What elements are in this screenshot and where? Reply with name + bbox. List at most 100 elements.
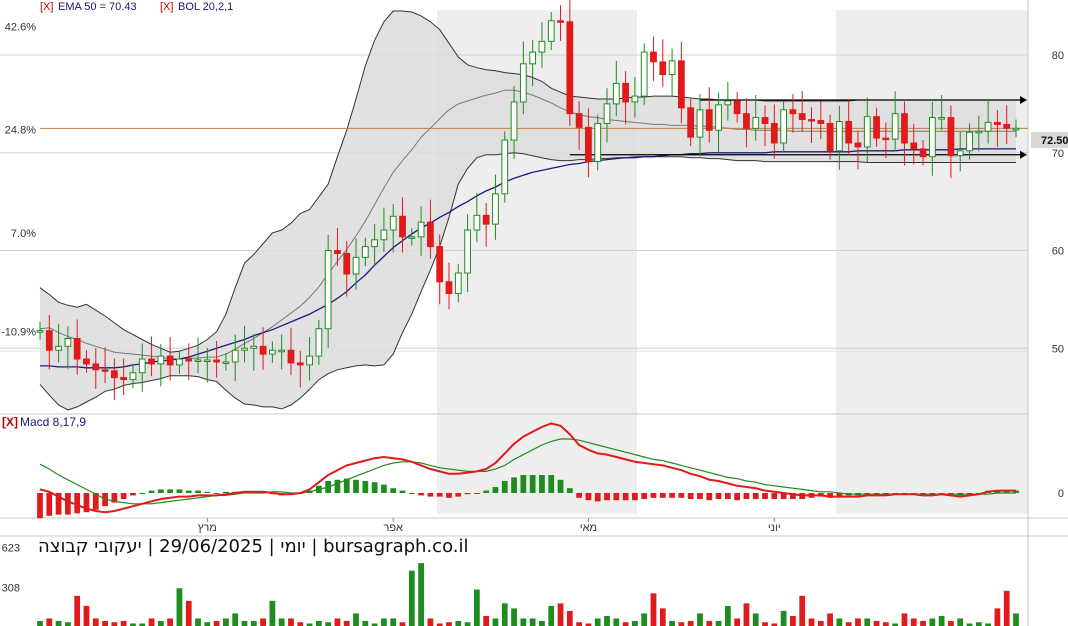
macd-histogram-bar [204, 491, 211, 493]
candle-body [334, 250, 341, 254]
volume-bar [315, 620, 322, 626]
volume-bar [882, 622, 889, 626]
candle-body [389, 215, 397, 231]
candle-body [408, 236, 416, 239]
candle-body [510, 101, 518, 141]
volume-bar [715, 620, 722, 626]
macd-histogram-bar [613, 493, 620, 501]
bol-legend-close[interactable]: [X] [160, 1, 173, 13]
y-tick-label-left: -10.9% [1, 327, 36, 339]
macd-histogram-bar [399, 490, 406, 493]
candle-body [994, 121, 1001, 125]
candle-body [250, 345, 258, 349]
macd-histogram-bar [762, 493, 768, 499]
volume-bar [817, 620, 824, 626]
candle-body [482, 214, 490, 225]
volume-bar [855, 618, 861, 626]
volume-bar [780, 610, 787, 626]
macd-histogram-bar [195, 490, 201, 493]
volume-bar [232, 613, 239, 626]
volume-bar [576, 622, 583, 626]
candle-body [622, 82, 629, 103]
macd-histogram-bar [157, 489, 164, 493]
volume-bar [120, 620, 127, 626]
macd-histogram-bar [678, 493, 685, 498]
volume-bar [994, 608, 1001, 626]
macd-histogram-bar [334, 479, 341, 493]
macd-zero-tick: 0 [1058, 488, 1064, 500]
volume-bar [427, 618, 434, 626]
candle-body [770, 122, 778, 144]
volume-bar [325, 622, 332, 626]
candle-body [910, 142, 918, 150]
candle-body [798, 113, 806, 121]
candle-body [817, 120, 825, 124]
volume-bar [250, 620, 257, 626]
candle-body [64, 338, 72, 347]
candle-body [166, 355, 174, 366]
volume-bar [669, 620, 675, 626]
candle [668, 48, 676, 98]
candle-body [120, 377, 128, 381]
volume-bar [381, 618, 387, 626]
candle-body [650, 51, 657, 63]
volume-bar [278, 618, 285, 626]
macd-histogram-bar [37, 493, 43, 519]
volume-bar [399, 622, 406, 626]
price-tag: 72.50 [1041, 135, 1068, 147]
candle-body [427, 221, 434, 248]
volume-bar [269, 600, 276, 626]
candle-body [854, 142, 862, 148]
volume-bar [762, 622, 768, 626]
volume-bar [929, 618, 936, 626]
volume-bar [613, 618, 620, 626]
candle-body [575, 113, 583, 128]
volume-bar [195, 618, 201, 626]
macd-histogram-bar [604, 493, 610, 501]
volume-bar [604, 615, 610, 626]
volume-bar [455, 620, 462, 626]
volume-bar [650, 593, 657, 626]
candle [594, 114, 602, 171]
volume-bar [938, 615, 945, 626]
macd-histogram-bar [659, 493, 666, 498]
candle-body [938, 117, 946, 120]
volume-bar [65, 622, 71, 626]
candle-body [715, 104, 722, 131]
candle-body [919, 148, 927, 158]
volume-bar [790, 615, 796, 626]
candle-body [185, 358, 193, 362]
y-tick-label-left: 42.6% [5, 22, 36, 34]
volume-bar [724, 605, 731, 626]
volume-bar [687, 620, 694, 626]
volume-bar [111, 622, 118, 626]
volume-bar [37, 620, 43, 626]
macd-histogram-bar [585, 493, 592, 501]
volume-bar [697, 613, 703, 626]
candle-body [417, 221, 425, 238]
candle-body [901, 113, 908, 144]
volume-bar [901, 613, 908, 626]
stock-chart: 80 70 60 50 42.6% 24.8% 7.0% -10.9% 0 623 308 מרץ אפ… [0, 0, 1068, 626]
volume-bar [566, 610, 573, 626]
volume-bar [975, 622, 982, 626]
candle-body [101, 369, 109, 372]
volume-bar [1003, 590, 1010, 626]
candle-body [519, 63, 527, 103]
candle-body [371, 239, 379, 248]
candle-body [324, 250, 332, 330]
macd-legend-close[interactable]: [X] [2, 415, 18, 429]
volume-bar [734, 618, 741, 626]
volume-tick-label: 308 [2, 582, 20, 594]
candle-body [659, 61, 667, 76]
candle-body [222, 361, 230, 364]
bg-shade-jun [836, 10, 1028, 514]
macd-histogram-bar [390, 488, 397, 493]
macd-histogram-bar [724, 493, 731, 499]
macd-histogram-bar [697, 493, 703, 499]
volume-bar [362, 620, 369, 626]
macd-histogram-bar [622, 493, 629, 501]
ema-legend-close[interactable]: [X] [40, 1, 53, 13]
volume-bar [501, 603, 508, 626]
candle-body [826, 122, 834, 152]
